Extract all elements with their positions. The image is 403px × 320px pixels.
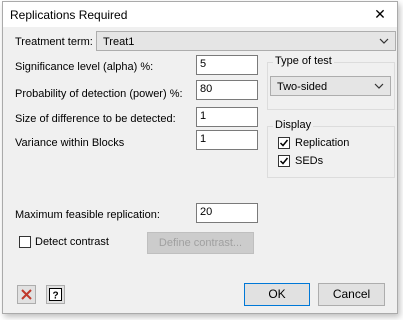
seds-label: SEDs [295,155,324,167]
treatment-term-select[interactable]: Treat1 [96,31,396,51]
window-title: Replications Required [10,8,128,22]
seds-checkbox[interactable] [278,155,290,167]
cancel-button[interactable]: Cancel [318,283,385,306]
replications-dialog: Replications Required ✕ Treatment term: … [2,1,398,314]
close-icon[interactable]: ✕ [369,3,391,25]
difference-label: Size of difference to be detected: [15,113,176,125]
help-icon: ? [49,288,62,302]
title-bar: Replications Required ✕ [3,2,397,27]
display-label: Display [273,119,314,131]
detect-contrast-checkbox[interactable] [19,236,31,248]
replication-checkbox[interactable] [278,137,290,149]
checkmark-icon [279,139,289,147]
power-label: Probability of detection (power) %: [15,88,183,100]
power-input[interactable]: 80 [196,80,258,100]
define-contrast-button[interactable]: Define contrast... [147,232,254,254]
type-of-test-select[interactable]: Two-sided [270,76,391,96]
treatment-term-value: Treat1 [103,36,135,48]
alpha-input[interactable]: 5 [196,55,258,75]
variance-label: Variance within Blocks [15,137,125,149]
chevron-down-icon [374,80,384,95]
type-of-test-label: Type of test [273,55,334,67]
detect-contrast-label: Detect contrast [35,236,109,248]
alpha-label: Significance level (alpha) %: [15,61,154,73]
checkmark-icon [279,157,289,165]
replication-label: Replication [295,137,350,149]
display-group [267,126,395,178]
variance-input[interactable]: 1 [196,130,258,150]
help-button[interactable]: ? [46,285,65,304]
clear-x-icon [21,289,32,300]
svg-text:?: ? [52,291,58,302]
difference-input[interactable]: 1 [196,107,258,127]
ok-button[interactable]: OK [244,283,310,306]
clear-button[interactable] [17,285,36,304]
max-replication-input[interactable]: 20 [196,203,258,223]
max-replication-label: Maximum feasible replication: [15,209,160,221]
chevron-down-icon [379,35,389,50]
type-of-test-value: Two-sided [277,81,328,93]
treatment-term-label: Treatment term: [15,36,93,48]
